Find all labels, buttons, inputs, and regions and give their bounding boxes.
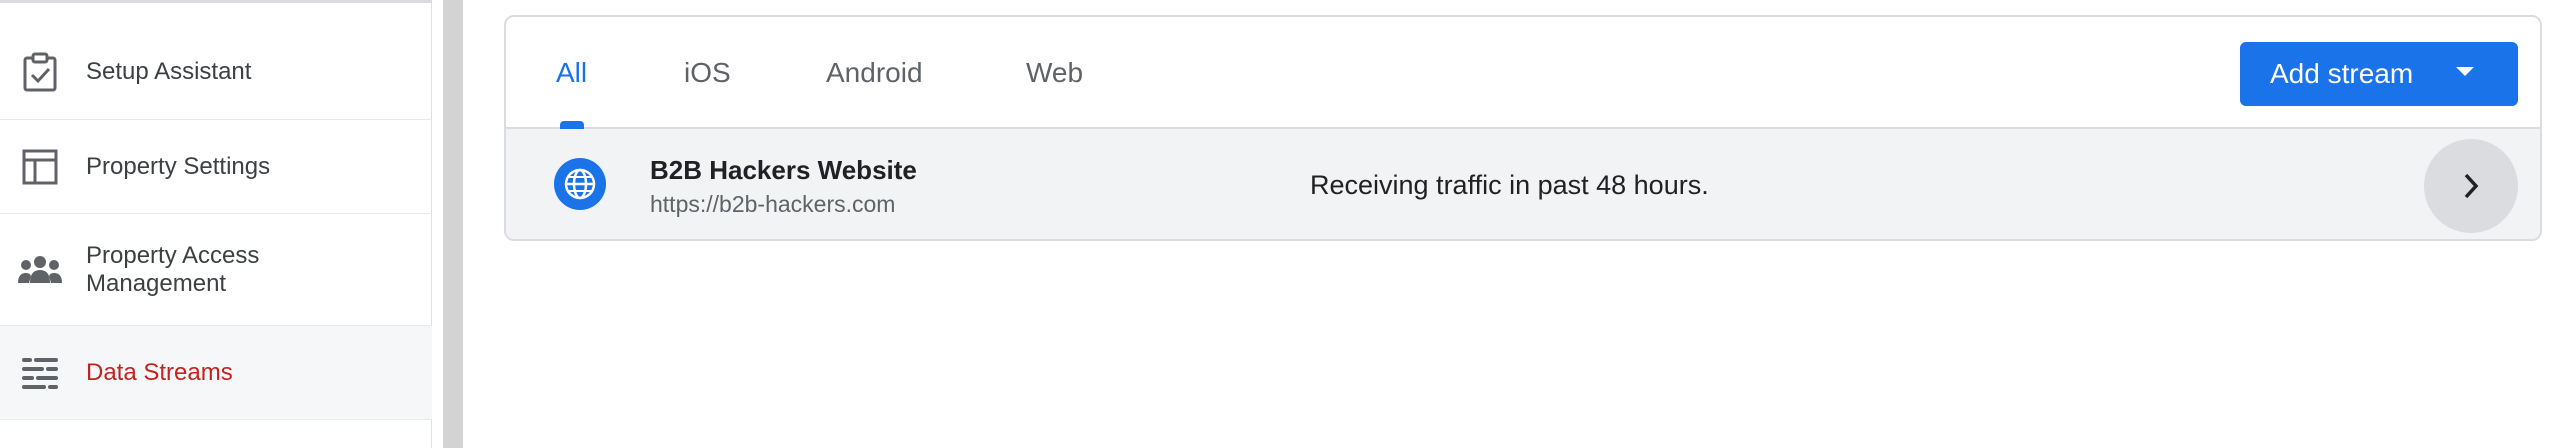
- sidebar-item-property-access-management[interactable]: Property Access Management: [0, 214, 432, 326]
- sidebar: Setup Assistant Property Settings Proper…: [0, 0, 432, 448]
- active-tab-indicator: [560, 121, 584, 129]
- globe-icon: [554, 158, 606, 210]
- stream-name: B2B Hackers Website: [650, 155, 917, 185]
- tab-all[interactable]: All: [556, 57, 587, 89]
- sidebar-item-label: Property Settings: [86, 152, 271, 180]
- tab-ios[interactable]: iOS: [684, 57, 731, 89]
- dropdown-caret-icon: [2456, 67, 2474, 76]
- stream-status: Receiving traffic in past 48 hours.: [1310, 170, 1709, 200]
- data-streams-icon: [18, 351, 62, 395]
- open-stream-button[interactable]: [2424, 139, 2518, 233]
- people-icon: [18, 248, 62, 292]
- add-stream-button[interactable]: Add stream: [2240, 42, 2518, 106]
- stream-row[interactable]: B2B Hackers Website https://b2b-hackers.…: [506, 129, 2540, 239]
- sidebar-item-label-line-1: Property Access: [86, 242, 260, 269]
- layout-icon: [18, 145, 62, 189]
- sidebar-item-label-line-2: Management: [86, 270, 227, 297]
- sidebar-item-label: Property Access Management: [86, 242, 259, 298]
- sidebar-item-data-streams[interactable]: Data Streams: [0, 326, 432, 420]
- clipboard-check-icon: [18, 50, 62, 94]
- stream-url: https://b2b-hackers.com: [650, 191, 896, 217]
- add-stream-label: Add stream: [2270, 58, 2414, 89]
- panel-divider[interactable]: [443, 0, 463, 448]
- sidebar-item-label: Setup Assistant: [86, 58, 252, 85]
- tab-web[interactable]: Web: [1026, 57, 1083, 89]
- streams-card: All iOS Android Web Add stream B2B Hacke…: [504, 15, 2542, 241]
- tab-android[interactable]: Android: [826, 57, 923, 89]
- stream-tabs: All iOS Android Web Add stream: [506, 17, 2540, 129]
- sidebar-divider: [0, 0, 432, 3]
- sidebar-item-setup-assistant[interactable]: Setup Assistant: [0, 25, 432, 120]
- sidebar-item-label: Data Streams: [86, 358, 233, 386]
- chevron-right-icon: [2464, 173, 2479, 199]
- sidebar-item-property-settings[interactable]: Property Settings: [0, 120, 432, 214]
